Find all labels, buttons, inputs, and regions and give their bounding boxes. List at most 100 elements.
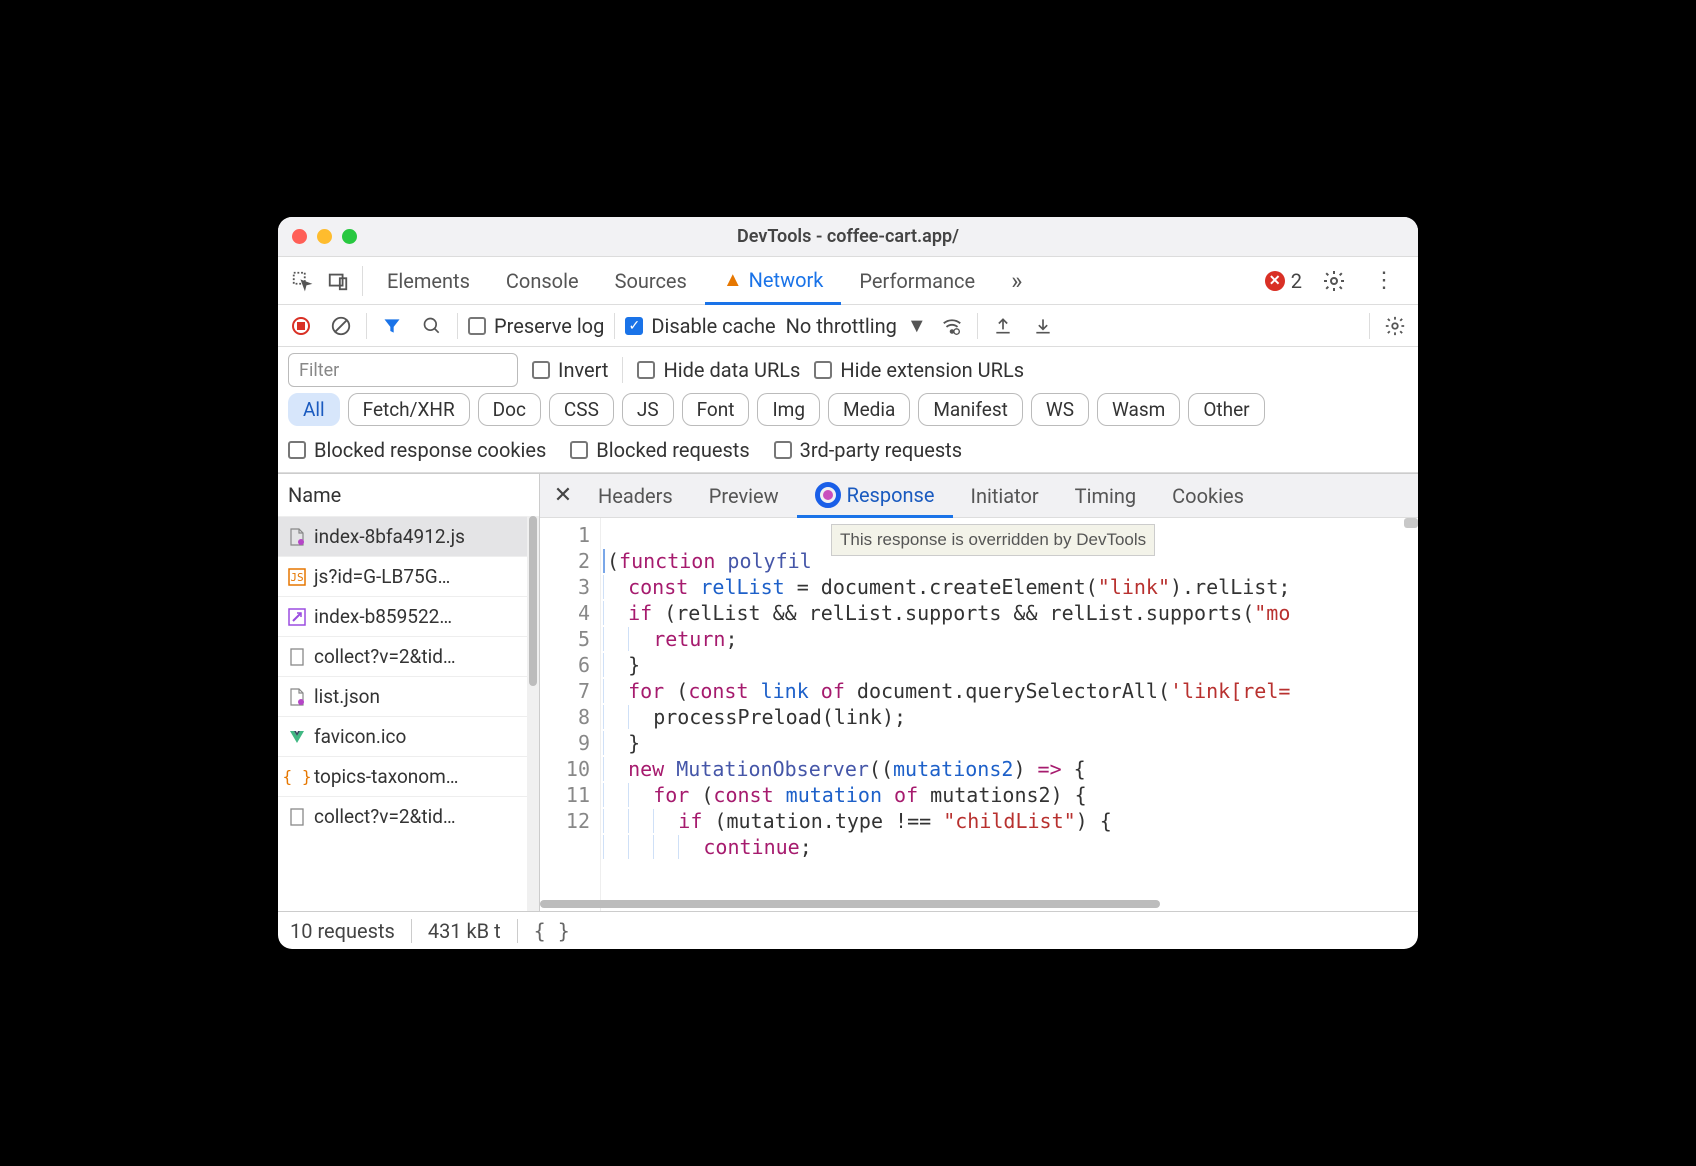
filter-doc[interactable]: Doc <box>478 393 541 426</box>
blocked-requests-checkbox[interactable]: Blocked requests <box>570 438 749 462</box>
more-tabs-button[interactable]: » <box>993 257 1040 304</box>
separator <box>614 313 615 339</box>
filter-js[interactable]: JS <box>622 393 674 426</box>
request-row[interactable]: favicon.ico <box>278 716 539 756</box>
name-column-header[interactable]: Name <box>278 474 539 516</box>
request-name: list.json <box>314 685 380 708</box>
filter-wasm[interactable]: Wasm <box>1097 393 1180 426</box>
download-har-icon[interactable] <box>1028 311 1058 341</box>
third-party-checkbox[interactable]: 3rd-party requests <box>774 438 962 462</box>
preserve-log-checkbox[interactable]: Preserve log <box>468 314 604 338</box>
vue-icon <box>288 728 306 746</box>
disable-cache-label: Disable cache <box>651 314 775 338</box>
window-title: DevTools - coffee-cart.app/ <box>278 226 1418 247</box>
filter-other[interactable]: Other <box>1188 393 1264 426</box>
request-row[interactable]: list.json <box>278 676 539 716</box>
clear-button[interactable] <box>326 311 356 341</box>
tab-console[interactable]: Console <box>488 257 597 304</box>
settings-icon[interactable] <box>1316 263 1352 299</box>
code-content: (function polyfil const relList = docume… <box>600 518 1418 911</box>
doc-file-icon <box>288 808 306 826</box>
request-name: favicon.ico <box>314 725 406 748</box>
device-toolbar-icon[interactable] <box>320 263 356 299</box>
kebab-menu-icon[interactable]: ⋮ <box>1366 263 1402 299</box>
request-name: index-b859522… <box>314 605 452 628</box>
network-settings-icon[interactable] <box>1380 311 1410 341</box>
third-party-label: 3rd-party requests <box>800 438 962 462</box>
hide-ext-label: Hide extension URLs <box>840 358 1024 382</box>
filter-css[interactable]: CSS <box>549 393 614 426</box>
separator <box>622 357 623 383</box>
js-braces-icon: JS <box>288 568 306 586</box>
invert-checkbox[interactable]: Invert <box>532 358 608 382</box>
request-list-panel: Name index-8bfa4912.js JS js?id=G-LB75G…… <box>278 474 540 911</box>
tab-network[interactable]: ▲ Network <box>705 258 842 305</box>
status-bar: 10 requests 431 kB t { } <box>278 911 1418 949</box>
panel-tabs: Elements Console Sources ▲ Network Perfo… <box>278 257 1418 305</box>
tab-performance[interactable]: Performance <box>841 257 993 304</box>
pretty-print-icon[interactable]: { } <box>534 919 570 943</box>
error-icon: ✕ <box>1265 271 1285 291</box>
filter-all[interactable]: All <box>288 393 340 426</box>
request-row[interactable]: index-b859522… <box>278 596 539 636</box>
request-name: js?id=G-LB75G… <box>314 565 450 588</box>
subtab-response[interactable]: Response <box>797 475 953 518</box>
subtab-timing[interactable]: Timing <box>1057 474 1154 517</box>
blocked-req-label: Blocked requests <box>596 438 749 462</box>
request-row[interactable]: index-8bfa4912.js <box>278 516 539 556</box>
request-row[interactable]: collect?v=2&tid… <box>278 636 539 676</box>
json-braces-icon: { } <box>288 768 306 786</box>
extra-filter-row: Blocked response cookies Blocked request… <box>278 432 1418 473</box>
subtab-initiator[interactable]: Initiator <box>953 474 1057 517</box>
transfer-size: 431 kB t <box>428 919 501 943</box>
filter-row: Filter Invert Hide data URLs Hide extens… <box>278 347 1418 387</box>
request-row[interactable]: collect?v=2&tid… <box>278 796 539 836</box>
request-row[interactable]: JS js?id=G-LB75G… <box>278 556 539 596</box>
subtab-headers[interactable]: Headers <box>580 474 691 517</box>
filter-icon[interactable] <box>377 311 407 341</box>
warning-icon: ▲ <box>723 267 743 292</box>
hide-ext-urls-checkbox[interactable]: Hide extension URLs <box>814 358 1024 382</box>
hide-data-urls-checkbox[interactable]: Hide data URLs <box>637 358 800 382</box>
throttling-select[interactable]: No throttling ▼ <box>786 313 927 338</box>
filter-manifest[interactable]: Manifest <box>918 393 1023 426</box>
disable-cache-checkbox[interactable]: Disable cache <box>625 314 775 338</box>
separator <box>366 313 367 339</box>
filter-ws[interactable]: WS <box>1031 393 1089 426</box>
error-count[interactable]: ✕ 2 <box>1265 269 1302 293</box>
record-button[interactable] <box>286 311 316 341</box>
separator <box>411 919 412 943</box>
filter-font[interactable]: Font <box>682 393 750 426</box>
network-conditions-icon[interactable] <box>937 311 967 341</box>
response-code-view[interactable]: 123456789101112 (function polyfil const … <box>540 518 1418 911</box>
override-tooltip: This response is overridden by DevTools <box>831 524 1155 556</box>
line-gutter: 123456789101112 <box>540 518 600 911</box>
vertical-scrollbar[interactable] <box>1404 518 1418 528</box>
separator <box>977 313 978 339</box>
request-name: collect?v=2&tid… <box>314 645 456 668</box>
doc-file-icon <box>288 648 306 666</box>
filter-fetchxhr[interactable]: Fetch/XHR <box>348 393 470 426</box>
subtab-cookies[interactable]: Cookies <box>1154 474 1262 517</box>
filter-img[interactable]: Img <box>757 393 820 426</box>
search-icon[interactable] <box>417 311 447 341</box>
upload-har-icon[interactable] <box>988 311 1018 341</box>
type-filter-row: All Fetch/XHR Doc CSS JS Font Img Media … <box>278 387 1418 432</box>
close-detail-icon[interactable]: ✕ <box>546 483 580 508</box>
request-row[interactable]: { } topics-taxonom… <box>278 756 539 796</box>
request-list-scrollbar[interactable] <box>527 516 539 911</box>
blocked-cookies-checkbox[interactable]: Blocked response cookies <box>288 438 546 462</box>
detail-panel: ✕ Headers Preview Response Initiator Tim… <box>540 474 1418 911</box>
tab-sources[interactable]: Sources <box>597 257 705 304</box>
js-file-icon <box>288 528 306 546</box>
request-count: 10 requests <box>290 919 395 943</box>
horizontal-scrollbar[interactable] <box>540 897 1404 911</box>
inspect-element-icon[interactable] <box>284 263 320 299</box>
filter-media[interactable]: Media <box>828 393 910 426</box>
filter-input[interactable]: Filter <box>288 353 518 387</box>
subtab-preview[interactable]: Preview <box>691 474 797 517</box>
separator <box>457 313 458 339</box>
throttling-label: No throttling <box>786 314 897 338</box>
tab-elements[interactable]: Elements <box>369 257 488 304</box>
request-name: topics-taxonom… <box>314 765 459 788</box>
